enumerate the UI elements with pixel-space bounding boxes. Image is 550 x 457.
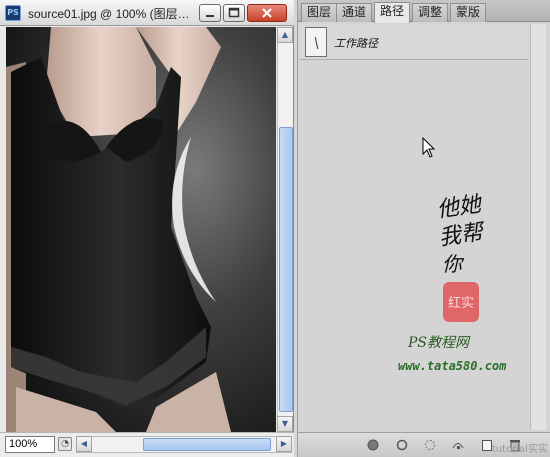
image-canvas[interactable] bbox=[6, 27, 276, 432]
scroll-right-arrow[interactable]: ▶ bbox=[276, 436, 292, 452]
paths-panel: 图层 通道 路径 调整 蒙版 工作路径 他她 我帮 你 红实 PS教程网 www… bbox=[297, 0, 550, 457]
photo-image bbox=[6, 27, 276, 432]
minimize-icon bbox=[206, 15, 214, 17]
site-watermark: 他她 我帮 你 红实 PS教程网 www.tata580.com bbox=[398, 192, 507, 373]
tutorial-corner-tag: tutorial实实 bbox=[491, 444, 548, 455]
zoom-level-field[interactable]: 100% bbox=[5, 436, 55, 453]
tab-channels[interactable]: 通道 bbox=[336, 3, 373, 22]
maximize-icon bbox=[228, 7, 240, 18]
horizontal-scroll-thumb[interactable] bbox=[143, 438, 271, 451]
watermark-calligraphy-2: 我帮 bbox=[437, 220, 487, 251]
scroll-down-arrow[interactable]: ▼ bbox=[277, 416, 293, 432]
navigator-icon[interactable]: ◔ bbox=[58, 437, 72, 451]
path-thumbnail bbox=[305, 27, 327, 57]
horizontal-scrollbar[interactable]: ◀ ▶ bbox=[76, 436, 292, 453]
path-row-work-path[interactable]: 工作路径 bbox=[300, 24, 528, 60]
load-as-selection-icon[interactable] bbox=[423, 438, 437, 452]
close-icon bbox=[262, 8, 272, 18]
panel-scrollbar[interactable] bbox=[530, 24, 546, 430]
stroke-path-icon[interactable] bbox=[395, 438, 409, 452]
mouse-pointer-icon bbox=[422, 137, 436, 158]
tab-adjustments[interactable]: 调整 bbox=[412, 3, 449, 22]
seal-text: 红实 bbox=[448, 295, 474, 311]
vertical-scroll-thumb[interactable] bbox=[279, 127, 293, 412]
path-name: 工作路径 bbox=[334, 37, 378, 50]
panel-tabbar: 图层 通道 路径 调整 蒙版 bbox=[298, 0, 550, 23]
document-window: PS source01.jpg @ 100% (图层… ▲ ▼ 100% ◔ ◀… bbox=[0, 0, 294, 457]
photoshop-workspace: PS source01.jpg @ 100% (图层… ▲ ▼ 100% ◔ ◀… bbox=[0, 0, 550, 457]
tab-masks[interactable]: 蒙版 bbox=[450, 3, 487, 22]
photoshop-app-icon: PS bbox=[5, 5, 21, 21]
panel-footer-toolbar: tutorial实实 bbox=[298, 432, 550, 457]
tab-paths[interactable]: 路径 bbox=[374, 2, 411, 23]
scroll-left-arrow[interactable]: ◀ bbox=[76, 436, 92, 452]
document-title: source01.jpg @ 100% (图层… bbox=[28, 7, 190, 21]
paths-list: 工作路径 他她 我帮 你 红实 PS教程网 www.tata580.com bbox=[298, 22, 550, 432]
vertical-scrollbar[interactable]: ▲ ▼ bbox=[277, 27, 293, 432]
document-titlebar[interactable]: PS source01.jpg @ 100% (图层… bbox=[0, 0, 294, 26]
scroll-up-arrow[interactable]: ▲ bbox=[277, 27, 293, 43]
watermark-site-url: www.tata580.com bbox=[398, 359, 507, 373]
tab-layers[interactable]: 图层 bbox=[301, 3, 338, 22]
maximize-button[interactable] bbox=[223, 4, 245, 22]
watermark-calligraphy-3: 你 bbox=[442, 252, 465, 276]
minimize-button[interactable] bbox=[199, 4, 221, 22]
fill-path-icon[interactable] bbox=[366, 438, 380, 452]
watermark-calligraphy-1: 他她 bbox=[435, 192, 484, 223]
watermark-site-name: PS教程网 bbox=[407, 335, 471, 351]
document-status-bar: 100% ◔ ◀ ▶ bbox=[0, 432, 294, 457]
make-work-path-icon[interactable] bbox=[451, 438, 465, 452]
close-button[interactable] bbox=[247, 4, 287, 22]
